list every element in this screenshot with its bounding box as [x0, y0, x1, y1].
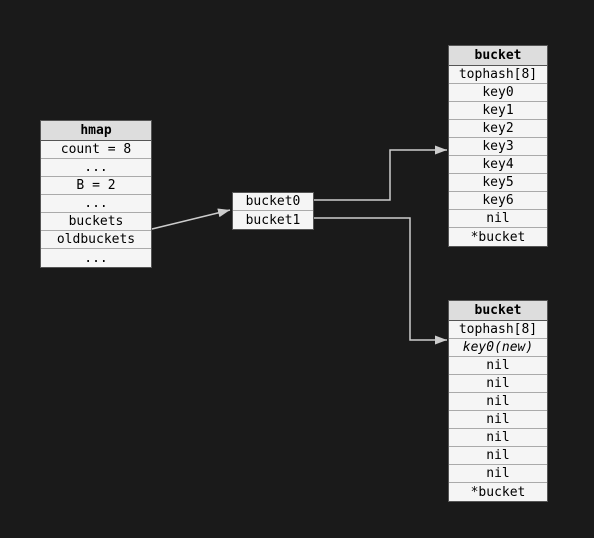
bucketref-row-1: bucket1	[233, 211, 313, 229]
bucket1-row-0: tophash[8]	[449, 66, 547, 84]
bucket1-row-3: key2	[449, 120, 547, 138]
hmap-row-1: ...	[41, 159, 151, 177]
bucket2-row-9: *bucket	[449, 483, 547, 501]
hmap-row-3: ...	[41, 195, 151, 213]
bucket1-row-8: nil	[449, 210, 547, 228]
bucket1-row-6: key5	[449, 174, 547, 192]
bucket2-row-5: nil	[449, 411, 547, 429]
bucket2-row-3: nil	[449, 375, 547, 393]
bucket2-row-7: nil	[449, 447, 547, 465]
arrow-bucket1-to-bucket2	[314, 218, 447, 340]
hmap-row-6: ...	[41, 249, 151, 267]
bucket2-row-0: tophash[8]	[449, 321, 547, 339]
hmap-row-2: B = 2	[41, 177, 151, 195]
hmap-row-0: count = 8	[41, 141, 151, 159]
bucket2-box: bucket tophash[8] key0(new) nil nil nil …	[448, 300, 548, 502]
bucket2-row-6: nil	[449, 429, 547, 447]
bucket2-title: bucket	[449, 301, 547, 321]
hmap-title: hmap	[41, 121, 151, 141]
arrow-bucket0-to-bucket1	[314, 150, 447, 200]
bucketref-row-0: bucket0	[233, 193, 313, 211]
bucket1-row-9: *bucket	[449, 228, 547, 246]
bucket2-row-4: nil	[449, 393, 547, 411]
bucket1-row-2: key1	[449, 102, 547, 120]
bucket2-row-8: nil	[449, 465, 547, 483]
bucket1-row-7: key6	[449, 192, 547, 210]
hmap-box: hmap count = 8 ... B = 2 ... buckets old…	[40, 120, 152, 268]
hmap-row-4: buckets	[41, 213, 151, 231]
arrow-hmap-to-bucketref	[152, 210, 230, 229]
bucket1-row-4: key3	[449, 138, 547, 156]
bucket2-row-1: key0(new)	[449, 339, 547, 357]
diagram: hmap count = 8 ... B = 2 ... buckets old…	[0, 0, 594, 538]
bucket1-box: bucket tophash[8] key0 key1 key2 key3 ke…	[448, 45, 548, 247]
hmap-row-5: oldbuckets	[41, 231, 151, 249]
bucket1-row-1: key0	[449, 84, 547, 102]
bucket1-row-5: key4	[449, 156, 547, 174]
bucket1-title: bucket	[449, 46, 547, 66]
bucketref-box: bucket0 bucket1	[232, 192, 314, 230]
bucket2-row-2: nil	[449, 357, 547, 375]
